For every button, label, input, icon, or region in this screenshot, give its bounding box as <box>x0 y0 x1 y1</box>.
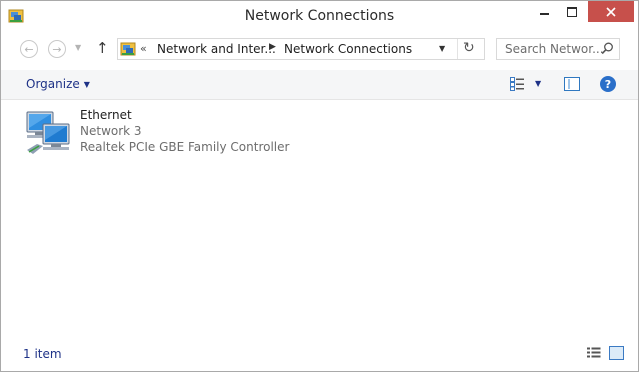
address-bar[interactable]: « Network and Inter... ▶ Network Connect… <box>117 38 485 60</box>
network-folder-icon <box>120 42 136 56</box>
forward-button[interactable]: → <box>48 40 66 58</box>
search-icon[interactable] <box>601 42 614 55</box>
item-name: Ethernet <box>80 108 132 122</box>
navigation-bar: ← → ▼ ↑ « Network and Inter... ▶ Network… <box>1 32 638 70</box>
breadcrumb-overflow-button[interactable]: « <box>140 42 147 55</box>
close-icon <box>606 6 616 17</box>
status-bar: 1 item <box>1 341 638 371</box>
chevron-down-icon: ▼ <box>83 80 90 89</box>
refresh-button[interactable]: ↻ <box>463 40 475 56</box>
breadcrumb-network-connections[interactable]: Network Connections <box>284 42 412 56</box>
minimize-icon <box>539 12 549 15</box>
breadcrumb-network-and-internet[interactable]: Network and Inter... <box>157 42 276 56</box>
maximize-button[interactable] <box>558 1 586 22</box>
maximize-icon <box>567 6 577 17</box>
refresh-icon: ↻ <box>463 40 475 56</box>
item-count: 1 item <box>23 347 62 361</box>
change-view-icon[interactable] <box>510 77 525 91</box>
file-list[interactable]: Ethernet Network 3 Realtek PCIe GBE Fami… <box>1 100 638 340</box>
arrow-left-icon: ← <box>24 42 34 56</box>
item-status: Network 3 <box>80 124 142 138</box>
back-button[interactable]: ← <box>20 40 38 58</box>
title-bar[interactable]: Network Connections <box>1 1 638 32</box>
help-icon[interactable]: ? <box>600 76 616 92</box>
search-box[interactable]: Search Networ... <box>496 38 620 60</box>
search-input[interactable]: Search Networ... <box>505 42 604 56</box>
arrow-up-icon: ↑ <box>96 39 109 57</box>
minimize-button[interactable] <box>530 1 558 22</box>
breadcrumb-separator-icon[interactable]: ▶ <box>269 42 276 52</box>
up-button[interactable]: ↑ <box>96 39 109 57</box>
item-device: Realtek PCIe GBE Family Controller <box>80 140 290 154</box>
large-icons-view-icon[interactable] <box>609 346 624 360</box>
address-divider <box>457 39 458 59</box>
organize-label: Organize <box>26 77 80 91</box>
recent-locations-dropdown[interactable]: ▼ <box>75 43 81 52</box>
preview-pane-icon[interactable] <box>564 77 580 91</box>
address-history-dropdown[interactable]: ▼ <box>439 44 445 53</box>
command-bar: Organize ▼ ▼ ? <box>1 70 638 100</box>
details-view-icon[interactable] <box>587 347 601 359</box>
organize-button[interactable]: Organize ▼ <box>26 77 90 91</box>
arrow-right-icon: → <box>52 42 62 56</box>
ethernet-adapter-icon <box>26 111 70 154</box>
close-button[interactable] <box>588 1 634 22</box>
view-options-dropdown[interactable]: ▼ <box>535 79 541 88</box>
explorer-window: Network Connections ← → ▼ ↑ « Network an… <box>0 0 639 372</box>
list-item-ethernet[interactable]: Ethernet Network 3 Realtek PCIe GBE Fami… <box>21 106 289 158</box>
